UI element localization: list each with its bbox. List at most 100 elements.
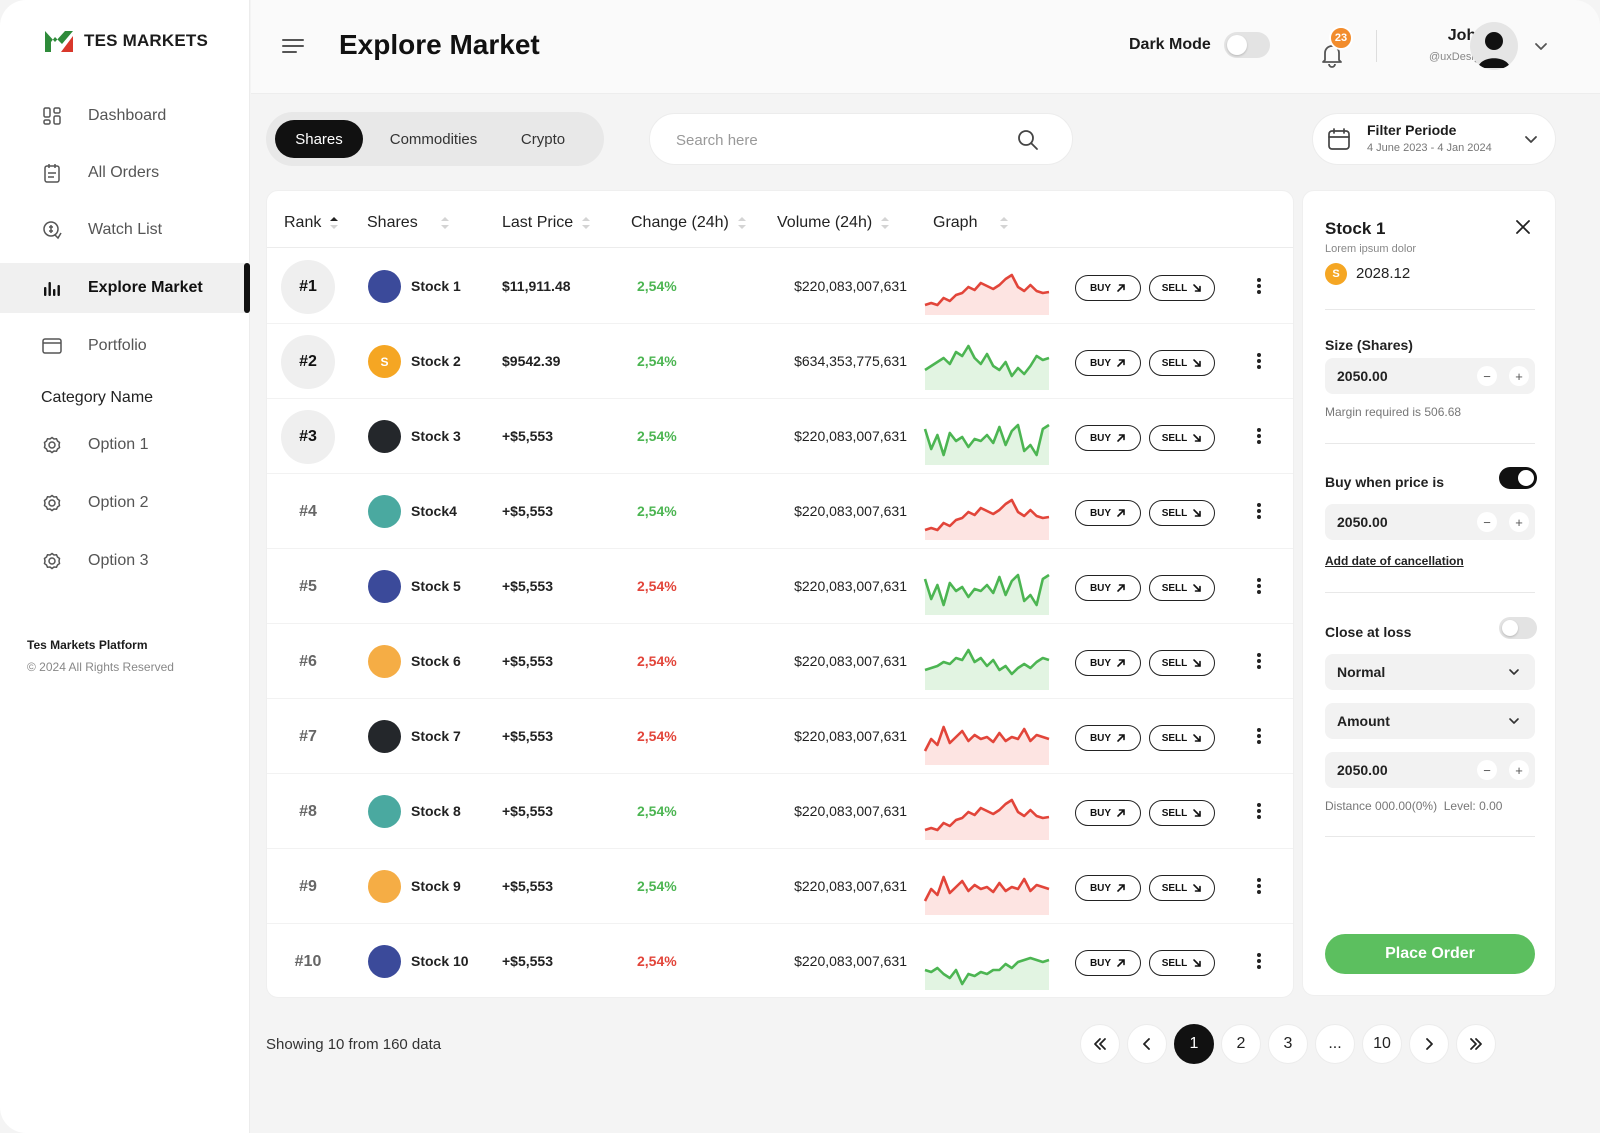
prev-page-button[interactable] (1127, 1024, 1167, 1064)
sidebar-item-all-orders[interactable]: All Orders (0, 148, 250, 198)
sell-button[interactable]: SELL (1149, 875, 1215, 901)
sell-button[interactable]: SELL (1149, 275, 1215, 301)
buy-button[interactable]: BUY (1075, 650, 1141, 676)
sidebar-option-1[interactable]: Option 1 (0, 420, 250, 470)
decrement-button[interactable]: − (1477, 760, 1497, 780)
increment-button[interactable]: + (1509, 366, 1529, 386)
sidebar-item-label: Explore Market (88, 279, 203, 296)
last-page-button[interactable] (1456, 1024, 1496, 1064)
dark-mode-toggle[interactable] (1224, 32, 1270, 58)
page-button-3[interactable]: 3 (1268, 1024, 1308, 1064)
search-input[interactable] (676, 128, 1006, 152)
sidebar-item-explore-market[interactable]: Explore Market (0, 263, 250, 313)
sparkline-area (925, 877, 1049, 915)
table-row[interactable]: #9 Stock 9 +$5,553 2,54% $220,083,007,631 BUY… (267, 849, 1293, 924)
more-options-icon[interactable] (1253, 800, 1265, 822)
buy-button[interactable]: BUY (1075, 350, 1141, 376)
avatar[interactable] (1470, 22, 1518, 70)
buy-button[interactable]: BUY (1075, 500, 1141, 526)
table-row[interactable]: #3 Stock 3 +$5,553 2,54% $220,083,007,631 BUY… (267, 399, 1293, 474)
filter-period-dropdown[interactable]: Filter Periode 4 June 2023 - 4 Jan 2024 (1312, 113, 1556, 165)
table-row[interactable]: #2 S Stock 2 $9542.39 2,54% $634,353,775,631 B… (267, 324, 1293, 399)
next-page-button[interactable] (1409, 1024, 1449, 1064)
table-row[interactable]: #10 Stock 10 +$5,553 2,54% $220,083,007,631 B… (267, 924, 1293, 997)
sell-button[interactable]: SELL (1149, 800, 1215, 826)
more-options-icon[interactable] (1253, 950, 1265, 972)
column-header-last-price[interactable]: Last Price (502, 211, 591, 235)
sell-button[interactable]: SELL (1149, 950, 1215, 976)
close-icon[interactable] (1513, 217, 1533, 237)
brand-logo[interactable]: TES MARKETS (44, 28, 208, 54)
table-row[interactable]: #1 Stock 1 $11,911.48 2,54% $220,083,007,631… (267, 249, 1293, 324)
first-page-button[interactable] (1080, 1024, 1120, 1064)
more-options-icon[interactable] (1253, 650, 1265, 672)
tab-commodities[interactable]: Commodities (371, 120, 496, 158)
page-button-2[interactable]: 2 (1221, 1024, 1261, 1064)
chevron-down-icon[interactable] (1533, 38, 1549, 54)
table-row[interactable]: #7 Stock 7 +$5,553 2,54% $220,083,007,631 BUY… (267, 699, 1293, 774)
amount-type-select[interactable]: Amount (1325, 703, 1535, 739)
more-options-icon[interactable] (1253, 500, 1265, 522)
more-options-icon[interactable] (1253, 425, 1265, 447)
buy-button[interactable]: BUY (1075, 725, 1141, 751)
close-at-loss-toggle[interactable] (1499, 617, 1537, 639)
hamburger-menu-icon[interactable] (281, 34, 305, 58)
column-header-shares[interactable]: Shares (367, 211, 450, 235)
buy-button[interactable]: BUY (1075, 875, 1141, 901)
table-row[interactable]: #8 Stock 8 +$5,553 2,54% $220,083,007,631 BUY… (267, 774, 1293, 849)
dot (1257, 434, 1261, 438)
table-row[interactable]: #4 Stock4 +$5,553 2,54% $220,083,007,631 BUY S… (267, 474, 1293, 549)
column-header-change[interactable]: Change (24h) (631, 211, 747, 235)
column-header-graph[interactable]: Graph (933, 211, 1009, 235)
place-order-button[interactable]: Place Order (1325, 934, 1535, 974)
sparkline-graph (924, 956, 1050, 990)
sell-button[interactable]: SELL (1149, 725, 1215, 751)
column-header-rank[interactable]: Rank (284, 211, 339, 235)
table-row[interactable]: #6 Stock 6 +$5,553 2,54% $220,083,007,631 BUY… (267, 624, 1293, 699)
sell-button[interactable]: SELL (1149, 650, 1215, 676)
sidebar-item-watch-list[interactable]: Watch List (0, 205, 250, 255)
buy-button[interactable]: BUY (1075, 425, 1141, 451)
buy-button[interactable]: BUY (1075, 575, 1141, 601)
buy-price-value[interactable]: 2050.00 (1337, 514, 1388, 530)
buy-button[interactable]: BUY (1075, 275, 1141, 301)
market-tabs: Shares Commodities Crypto (266, 112, 604, 166)
table-row[interactable]: #5 Stock 5 +$5,553 2,54% $220,083,007,631 BUY… (267, 549, 1293, 624)
tab-shares[interactable]: Shares (275, 120, 363, 158)
dot (1257, 503, 1261, 507)
sidebar-option-2[interactable]: Option 2 (0, 478, 250, 528)
sell-button[interactable]: SELL (1149, 575, 1215, 601)
decrement-button[interactable]: − (1477, 366, 1497, 386)
sell-label: SELL (1161, 282, 1188, 294)
buy-button[interactable]: BUY (1075, 950, 1141, 976)
order-mode-select[interactable]: Normal (1325, 654, 1535, 690)
more-options-icon[interactable] (1253, 350, 1265, 372)
sell-button[interactable]: SELL (1149, 500, 1215, 526)
sell-button[interactable]: SELL (1149, 350, 1215, 376)
page-button-1[interactable]: 1 (1174, 1024, 1214, 1064)
sell-button[interactable]: SELL (1149, 425, 1215, 451)
sparkline-graph (924, 798, 1050, 840)
add-date-cancellation-link[interactable]: Add date of cancellation (1325, 554, 1464, 568)
arrow-down-right-icon (1193, 959, 1202, 967)
last-price: +$5,553 (502, 428, 553, 444)
search-icon[interactable] (1016, 128, 1040, 152)
calendar-icon (1328, 128, 1350, 150)
tab-crypto[interactable]: Crypto (502, 120, 584, 158)
column-header-volume[interactable]: Volume (24h) (777, 211, 890, 235)
sidebar-option-3[interactable]: Option 3 (0, 536, 250, 586)
amount-value[interactable]: 2050.00 (1337, 762, 1388, 778)
sidebar-item-dashboard[interactable]: Dashboard (0, 91, 250, 141)
page-button-10[interactable]: 10 (1362, 1024, 1402, 1064)
size-value[interactable]: 2050.00 (1337, 368, 1388, 384)
sidebar-item-portfolio[interactable]: Portfolio (0, 321, 250, 371)
increment-button[interactable]: + (1509, 760, 1529, 780)
more-options-icon[interactable] (1253, 275, 1265, 297)
increment-button[interactable]: + (1509, 512, 1529, 532)
more-options-icon[interactable] (1253, 575, 1265, 597)
decrement-button[interactable]: − (1477, 512, 1497, 532)
more-options-icon[interactable] (1253, 725, 1265, 747)
more-options-icon[interactable] (1253, 875, 1265, 897)
buy-button[interactable]: BUY (1075, 800, 1141, 826)
buy-when-toggle[interactable] (1499, 467, 1537, 489)
